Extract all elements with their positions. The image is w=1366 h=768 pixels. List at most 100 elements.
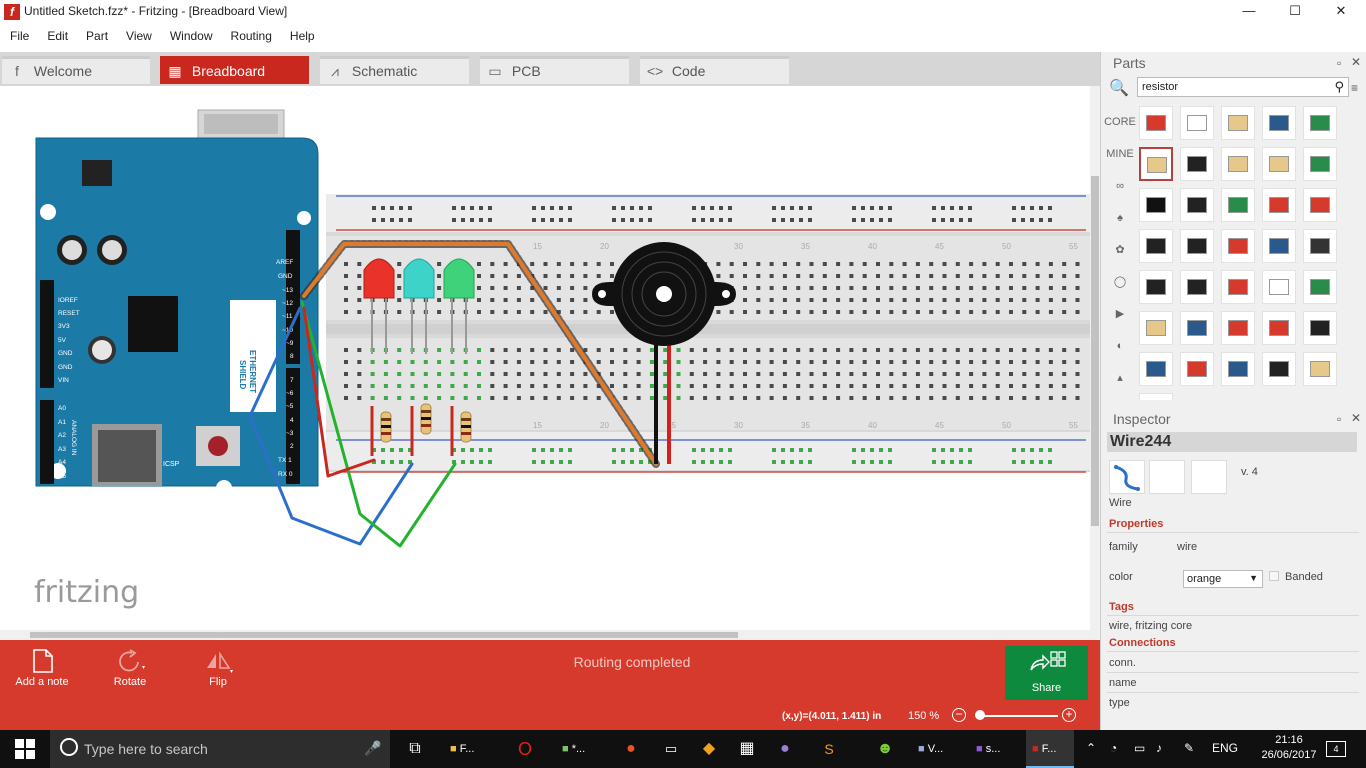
breadboard-hole[interactable] xyxy=(995,360,1000,364)
breadboard-hole[interactable] xyxy=(1039,218,1043,222)
breadboard-hole[interactable] xyxy=(437,360,442,364)
breadboard-hole[interactable] xyxy=(649,348,654,352)
breadboard-hole[interactable] xyxy=(728,218,732,222)
breadboard-hole[interactable] xyxy=(490,286,495,290)
breadboard-hole[interactable] xyxy=(596,348,601,352)
breadboard-hole[interactable] xyxy=(716,372,721,376)
breadboard-hole[interactable] xyxy=(463,384,468,388)
breadboard-hole[interactable] xyxy=(929,348,934,352)
breadboard-hole[interactable] xyxy=(808,460,812,464)
breadboard-hole[interactable] xyxy=(995,310,1000,314)
part-thumbnail[interactable] xyxy=(1221,352,1255,386)
breadboard-hole[interactable] xyxy=(796,396,801,400)
breadboard-hole[interactable] xyxy=(530,298,535,302)
breadboard-hole[interactable] xyxy=(1062,274,1067,278)
breadboard-hole[interactable] xyxy=(1035,372,1040,376)
breadboard-hole[interactable] xyxy=(716,274,721,278)
breadboard-hole[interactable] xyxy=(559,460,563,464)
battery-icon[interactable]: ▭ xyxy=(1134,741,1145,755)
breadboard-hole[interactable] xyxy=(1009,372,1013,376)
breadboard-hole[interactable] xyxy=(583,396,588,400)
breadboard-hole[interactable] xyxy=(728,206,732,210)
part-thumbnail[interactable] xyxy=(1139,270,1173,304)
breadboard-hole[interactable] xyxy=(743,262,747,266)
breadboard-hole[interactable] xyxy=(915,262,920,266)
breadboard-hole[interactable] xyxy=(836,262,841,266)
breadboard-hole[interactable] xyxy=(808,218,812,222)
breadboard-hole[interactable] xyxy=(692,460,696,464)
breadboard-hole[interactable] xyxy=(530,360,535,364)
breadboard-hole[interactable] xyxy=(1062,372,1067,376)
breadboard-hole[interactable] xyxy=(929,360,934,364)
breadboard-hole[interactable] xyxy=(663,372,668,376)
breadboard-hole[interactable] xyxy=(822,298,827,302)
breadboard-hole[interactable] xyxy=(756,372,761,376)
breadboard-hole[interactable] xyxy=(1009,384,1013,388)
part-thumbnail[interactable] xyxy=(1221,311,1255,345)
breadboard-hole[interactable] xyxy=(836,274,841,278)
breadboard-hole[interactable] xyxy=(862,384,867,388)
breadboard-hole[interactable] xyxy=(583,384,588,388)
breadboard-hole[interactable] xyxy=(488,206,492,210)
zoom-out-icon[interactable]: − xyxy=(952,708,966,722)
breadboard-hole[interactable] xyxy=(1075,360,1080,364)
taskbar-visual-studio[interactable]: ■ s... xyxy=(970,730,1022,768)
breadboard-hole[interactable] xyxy=(781,206,785,210)
breadboard-hole[interactable] xyxy=(437,396,442,400)
part-thumbnail[interactable] xyxy=(1262,352,1296,386)
breadboard-hole[interactable] xyxy=(929,274,934,278)
breadboard-hole[interactable] xyxy=(836,384,841,388)
breadboard-hole[interactable] xyxy=(955,396,960,400)
breadboard-hole[interactable] xyxy=(543,274,548,278)
breadboard-hole[interactable] xyxy=(955,348,960,352)
breadboard-hole[interactable] xyxy=(649,360,654,364)
breadboard-hole[interactable] xyxy=(692,206,696,210)
breadboard-hole[interactable] xyxy=(756,384,761,388)
breadboard-hole[interactable] xyxy=(543,348,548,352)
breadboard-hole[interactable] xyxy=(689,372,694,376)
breadboard-hole[interactable] xyxy=(344,348,348,352)
breadboard-hole[interactable] xyxy=(849,274,854,278)
breadboard-hole[interactable] xyxy=(849,262,854,266)
breadboard-hole[interactable] xyxy=(676,384,681,388)
breadboard-hole[interactable] xyxy=(612,448,616,452)
bin-mine[interactable]: MINE xyxy=(1103,138,1137,170)
breadboard-hole[interactable] xyxy=(769,286,774,290)
breadboard-hole[interactable] xyxy=(982,298,987,302)
breadboard-hole[interactable] xyxy=(1012,460,1016,464)
breadboard-hole[interactable] xyxy=(822,384,827,388)
breadboard-hole[interactable] xyxy=(716,360,721,364)
breadboard-hole[interactable] xyxy=(689,384,694,388)
breadboard-hole[interactable] xyxy=(950,448,954,452)
breadboard-hole[interactable] xyxy=(596,274,601,278)
github-icon[interactable]: ● xyxy=(768,730,802,768)
breadboard-hole[interactable] xyxy=(1075,372,1080,376)
taskbar-search-input[interactable]: Type here to search 🎤 xyxy=(50,730,390,768)
breadboard-hole[interactable] xyxy=(1022,360,1027,364)
breadboard-hole[interactable] xyxy=(782,310,787,314)
menu-icon[interactable]: ≡ xyxy=(1351,81,1358,95)
breadboard-hole[interactable] xyxy=(716,384,721,388)
breadboard-hole[interactable] xyxy=(716,262,721,266)
breadboard-hole[interactable] xyxy=(630,448,634,452)
breadboard-hole[interactable] xyxy=(543,360,548,364)
close-button[interactable]: ✕ xyxy=(1318,0,1364,24)
breadboard-hole[interactable] xyxy=(849,298,854,302)
breadboard-hole[interactable] xyxy=(568,460,572,464)
breadboard-hole[interactable] xyxy=(950,206,954,210)
network-icon[interactable]: ◔ xyxy=(1110,741,1117,755)
breadboard-hole[interactable] xyxy=(942,348,947,352)
breadboard-hole[interactable] xyxy=(623,348,628,352)
breadboard-hole[interactable] xyxy=(729,274,734,278)
breadboard-hole[interactable] xyxy=(1048,274,1053,278)
breadboard-hole[interactable] xyxy=(1009,262,1013,266)
breadboard-hole[interactable] xyxy=(344,360,348,364)
breadboard-hole[interactable] xyxy=(932,206,936,210)
breadboard-hole[interactable] xyxy=(769,360,774,364)
breadboard-hole[interactable] xyxy=(790,448,794,452)
breadboard-hole[interactable] xyxy=(423,372,428,376)
breadboard-hole[interactable] xyxy=(437,286,442,290)
breadboard-hole[interactable] xyxy=(516,360,521,364)
breadboard-hole[interactable] xyxy=(503,372,508,376)
breadboard-hole[interactable] xyxy=(556,298,561,302)
